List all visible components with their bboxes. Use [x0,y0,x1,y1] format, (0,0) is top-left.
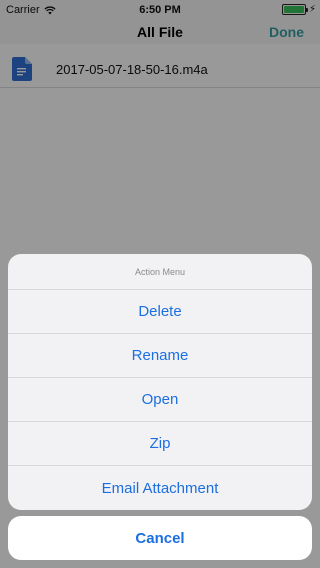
action-sheet: Action Menu Delete Rename Open Zip Email… [8,254,312,510]
cancel-button[interactable]: Cancel [8,516,312,560]
rename-action[interactable]: Rename [8,334,312,378]
action-sheet-title: Action Menu [8,254,312,290]
screen: Carrier 6:50 PM ⚡ All File Done 2017-05- [0,0,320,568]
email-attachment-action[interactable]: Email Attachment [8,466,312,510]
delete-action[interactable]: Delete [8,290,312,334]
open-action[interactable]: Open [8,378,312,422]
zip-action[interactable]: Zip [8,422,312,466]
